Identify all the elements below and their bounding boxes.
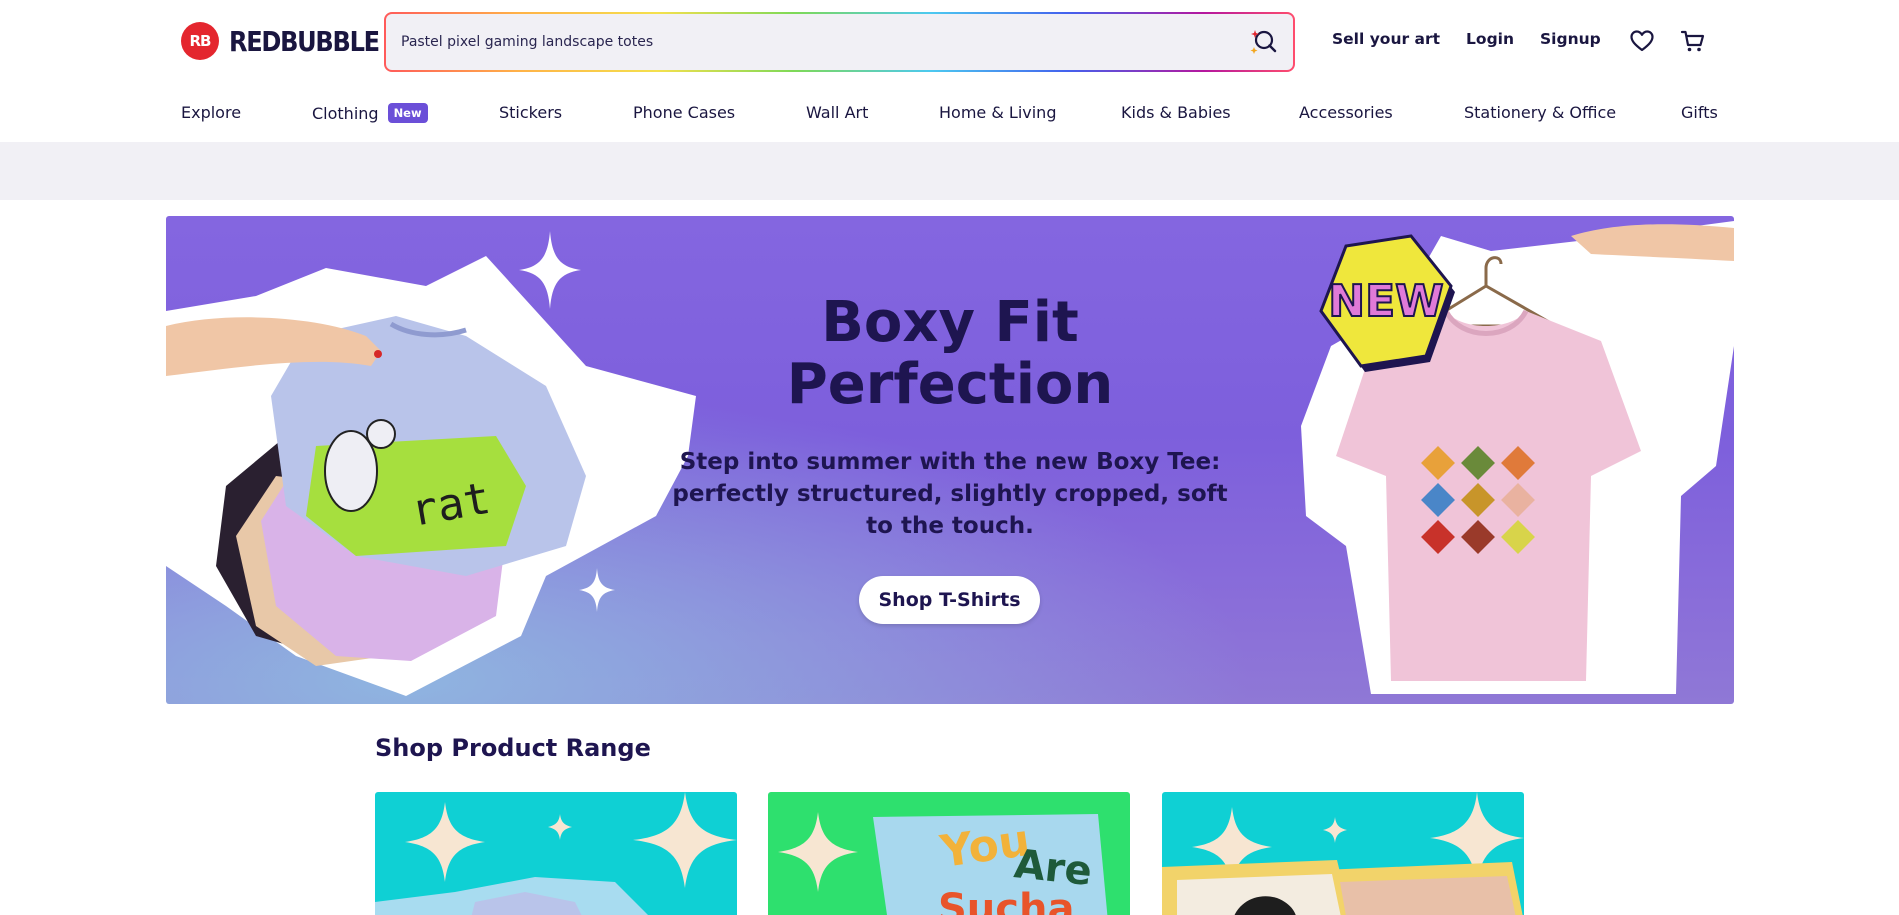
sell-your-art-link[interactable]: Sell your art bbox=[1332, 30, 1440, 48]
nav-item-explore[interactable]: Explore bbox=[181, 103, 241, 122]
nav-item-label: Phone Cases bbox=[633, 103, 735, 122]
product-range-card[interactable] bbox=[1162, 792, 1524, 915]
nav-item-label: Accessories bbox=[1299, 103, 1393, 122]
nav-item-label: Wall Art bbox=[806, 103, 868, 122]
shop-product-range-title: Shop Product Range bbox=[375, 734, 651, 762]
nav-item-accessories[interactable]: Accessories bbox=[1299, 103, 1393, 122]
hero-subtitle: Step into summer with the new Boxy Tee: … bbox=[670, 446, 1230, 542]
redbubble-logo[interactable]: RB REDBUBBLE bbox=[181, 23, 403, 59]
hero-banner[interactable]: rat Boxy Fit Perfection Step into summer… bbox=[166, 216, 1734, 704]
pixel-cube-print bbox=[1421, 446, 1535, 554]
nav-item-stickers[interactable]: Stickers bbox=[499, 103, 562, 122]
card-sticker-text: Sucha bbox=[938, 886, 1074, 915]
pink-tshirt-image: NEW bbox=[1261, 216, 1734, 704]
logo-wordmark: REDBUBBLE bbox=[229, 25, 379, 58]
sparkle-icon bbox=[166, 451, 194, 495]
card-tshirt-image bbox=[375, 792, 737, 915]
nav-item-label: Gifts bbox=[1681, 103, 1718, 122]
search-bar bbox=[384, 12, 1295, 72]
search-icon[interactable] bbox=[1249, 28, 1277, 56]
shop-tshirts-button[interactable]: Shop T-Shirts bbox=[859, 576, 1040, 624]
new-badge-text: NEW bbox=[1328, 276, 1443, 327]
search-input[interactable] bbox=[386, 14, 1206, 70]
card-wall-art-image bbox=[1162, 792, 1524, 915]
signup-link[interactable]: Signup bbox=[1540, 30, 1601, 48]
new-badge: New bbox=[388, 103, 428, 123]
nav-item-label: Kids & Babies bbox=[1121, 103, 1231, 122]
product-range-card[interactable] bbox=[375, 792, 737, 915]
logo-mark-icon: RB bbox=[181, 22, 219, 60]
cart-icon[interactable] bbox=[1680, 28, 1706, 54]
nav-item-kids-babies[interactable]: Kids & Babies bbox=[1121, 103, 1231, 122]
heart-icon[interactable] bbox=[1629, 28, 1655, 54]
nav-item-phone-cases[interactable]: Phone Cases bbox=[633, 103, 735, 122]
nav-item-label: Home & Living bbox=[939, 103, 1056, 122]
nav-item-label: Explore bbox=[181, 103, 241, 122]
login-link[interactable]: Login bbox=[1466, 30, 1514, 48]
nav-item-label: Clothing bbox=[312, 104, 379, 123]
sparkle-icon bbox=[579, 568, 615, 612]
category-nav: Explore Clothing New Stickers Phone Cases… bbox=[0, 82, 1899, 142]
nav-item-stationery-office[interactable]: Stationery & Office bbox=[1464, 103, 1616, 122]
header-links: Sell your art Login Signup bbox=[1332, 30, 1627, 48]
search-field-container bbox=[386, 14, 1293, 70]
nav-item-wall-art[interactable]: Wall Art bbox=[806, 103, 868, 122]
nav-item-home-living[interactable]: Home & Living bbox=[939, 103, 1056, 122]
nav-item-clothing[interactable]: Clothing New bbox=[312, 103, 428, 123]
nav-item-label: Stationery & Office bbox=[1464, 103, 1616, 122]
nav-item-gifts[interactable]: Gifts bbox=[1681, 103, 1718, 122]
folded-tshirts-image: rat bbox=[166, 216, 726, 704]
site-header: RB REDBUBBLE Sell your art Login Signup bbox=[0, 0, 1899, 82]
nav-item-label: Stickers bbox=[499, 103, 562, 122]
card-stickers-image: You Are Sucha bbox=[768, 792, 1130, 915]
product-range-card[interactable]: You Are Sucha bbox=[768, 792, 1130, 915]
announcement-strip bbox=[0, 142, 1899, 200]
